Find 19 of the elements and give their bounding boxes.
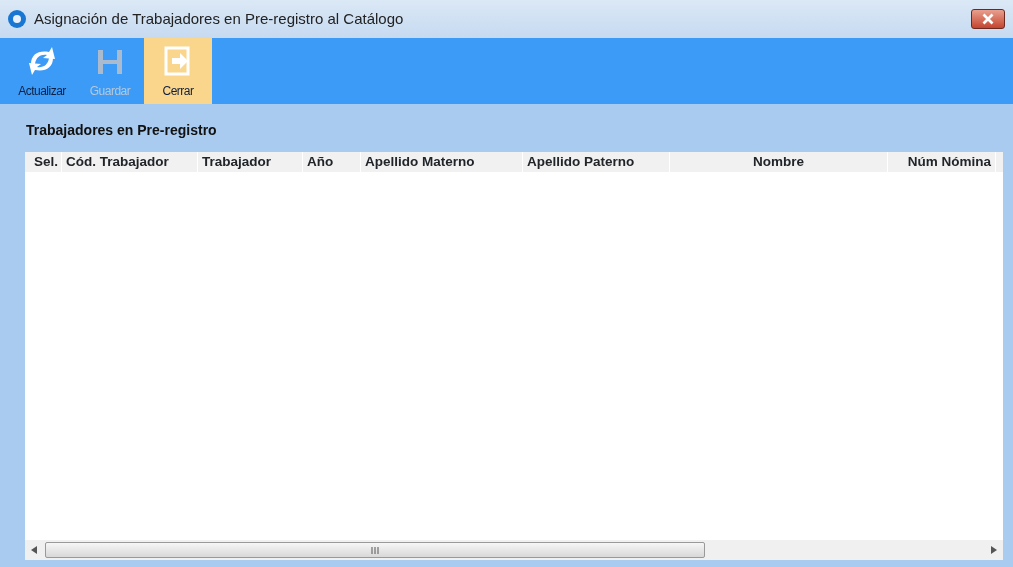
- column-header[interactable]: Núm Nómina: [888, 152, 996, 172]
- close-icon[interactable]: [971, 9, 1005, 29]
- window-title: Asignación de Trabajadores en Pre-registro al Catálogo: [34, 8, 404, 29]
- column-header[interactable]: Año: [303, 152, 361, 172]
- column-header[interactable]: Apellido Materno: [361, 152, 523, 172]
- scroll-right-icon[interactable]: [991, 546, 997, 554]
- grip-icon: [371, 546, 379, 554]
- horizontal-scrollbar[interactable]: [25, 540, 1003, 560]
- column-header[interactable]: Apellido Paterno: [523, 152, 670, 172]
- column-header[interactable]: Trabajador: [198, 152, 303, 172]
- scroll-thumb[interactable]: [45, 542, 705, 558]
- toolbar-button[interactable]: Actualizar: [8, 38, 76, 104]
- column-header[interactable]: Nombre: [670, 152, 888, 172]
- section-title: Trabajadores en Pre-registro: [26, 122, 217, 138]
- app-logo-icon: [8, 10, 26, 28]
- column-header[interactable]: Cód. Trabajador: [62, 152, 198, 172]
- column-header[interactable]: Sel.: [25, 152, 62, 172]
- toolbar-button[interactable]: Cerrar: [144, 38, 212, 104]
- scroll-left-icon[interactable]: [31, 546, 37, 554]
